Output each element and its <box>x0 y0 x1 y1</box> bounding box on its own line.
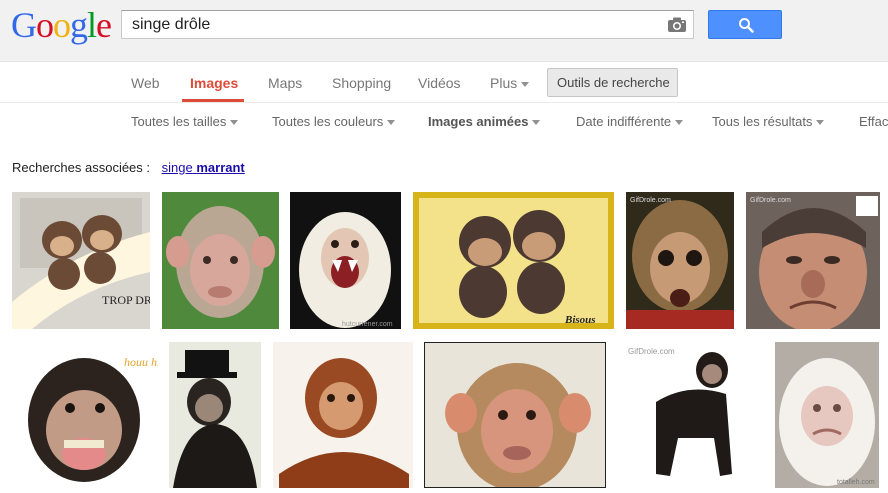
related-link-plain: singe <box>161 160 193 175</box>
related-search-link[interactable]: singe marrant <box>162 160 245 175</box>
thumb-caption: Bisous <box>564 314 596 326</box>
result-image: hutcurrener.com <box>290 192 401 329</box>
thumb-caption: houu hin hin <box>124 355 158 369</box>
search-query-text: singe drôle <box>132 16 211 33</box>
result-image: GifDrole.com <box>746 192 880 329</box>
search-input[interactable]: singe drôle <box>121 10 694 39</box>
image-result[interactable]: houu hin hin <box>12 342 158 488</box>
filter-size-label: Toutes les tailles <box>131 114 227 129</box>
image-result[interactable]: GifDrole.com <box>626 192 734 329</box>
result-image <box>425 343 605 487</box>
image-result[interactable]: TROP DROLE <box>12 192 150 329</box>
image-result[interactable]: totalleh.com <box>775 342 879 488</box>
google-logo[interactable]: Google <box>11 5 112 45</box>
logo-letter: l <box>87 5 97 45</box>
image-result[interactable]: GifDrole.com <box>746 192 880 329</box>
filter-type[interactable]: Images animées <box>428 114 541 129</box>
tab-images[interactable]: Images <box>190 75 238 91</box>
logo-letter: o <box>53 5 71 45</box>
chevron-down-icon <box>521 81 530 87</box>
logo-letter: o <box>36 5 54 45</box>
logo-letter: g <box>70 5 88 45</box>
chevron-down-icon <box>675 120 684 126</box>
thumb-caption: TROP DROLE <box>102 293 150 307</box>
search-tools-button[interactable]: Outils de recherche <box>547 68 678 97</box>
image-result[interactable] <box>162 192 279 329</box>
filter-date[interactable]: Date indifférente <box>576 114 684 129</box>
tab-web[interactable]: Web <box>131 75 160 91</box>
tab-videos[interactable]: Vidéos <box>418 75 461 91</box>
image-result[interactable]: Bisous <box>413 192 614 329</box>
filter-type-label: Images animées <box>428 114 529 129</box>
result-image: TROP DROLE <box>12 192 150 329</box>
result-image <box>273 342 413 488</box>
filter-bar: Toutes les tailles Toutes les couleurs I… <box>0 103 888 141</box>
chevron-down-icon <box>230 120 239 126</box>
tab-more-label: Plus <box>490 75 518 91</box>
top-bar: Google singe drôle <box>0 0 888 62</box>
image-result[interactable] <box>273 342 413 488</box>
tab-shopping[interactable]: Shopping <box>332 75 391 91</box>
result-image: GifDrole.com <box>626 342 746 488</box>
result-image <box>162 192 279 329</box>
filter-clear[interactable]: Effac <box>859 114 888 129</box>
tab-maps[interactable]: Maps <box>268 75 302 91</box>
image-result[interactable]: GifDrole.com <box>626 342 746 488</box>
chevron-down-icon <box>816 120 825 126</box>
result-image: Bisous <box>413 192 614 329</box>
result-image: GifDrole.com <box>626 192 734 329</box>
filter-date-label: Date indifférente <box>576 114 672 129</box>
related-searches-label: Recherches associées : <box>12 160 151 175</box>
thumb-caption: GifDrole.com <box>750 197 791 204</box>
filter-color[interactable]: Toutes les couleurs <box>272 114 396 129</box>
related-searches: Recherches associées : singe marrant <box>12 160 245 175</box>
result-image <box>169 342 261 488</box>
filter-results[interactable]: Tous les résultats <box>712 114 825 129</box>
related-link-bold: marrant <box>196 160 245 175</box>
chevron-down-icon <box>532 120 541 126</box>
filter-color-label: Toutes les couleurs <box>272 114 384 129</box>
logo-letter: G <box>11 5 37 45</box>
search-tabs: Web Images Maps Shopping Vidéos Plus Out… <box>0 62 888 103</box>
image-result[interactable]: hutcurrener.com <box>290 192 401 329</box>
active-tab-indicator <box>182 99 244 102</box>
result-image: houu hin hin <box>12 342 158 488</box>
tab-more[interactable]: Plus <box>490 75 530 91</box>
chevron-down-icon <box>387 120 396 126</box>
logo-letter: e <box>96 5 112 45</box>
filter-results-label: Tous les résultats <box>712 114 813 129</box>
thumb-caption: GifDrole.com <box>630 197 671 204</box>
thumb-caption: totalleh.com <box>837 479 875 486</box>
search-button[interactable] <box>708 10 782 39</box>
filter-size[interactable]: Toutes les tailles <box>131 114 239 129</box>
result-image: totalleh.com <box>775 342 879 488</box>
camera-icon[interactable] <box>667 16 687 33</box>
thumb-caption: GifDrole.com <box>628 347 675 356</box>
image-result[interactable] <box>169 342 261 488</box>
image-result[interactable] <box>424 342 606 488</box>
search-icon <box>739 18 754 33</box>
thumb-caption: hutcurrener.com <box>342 321 393 328</box>
